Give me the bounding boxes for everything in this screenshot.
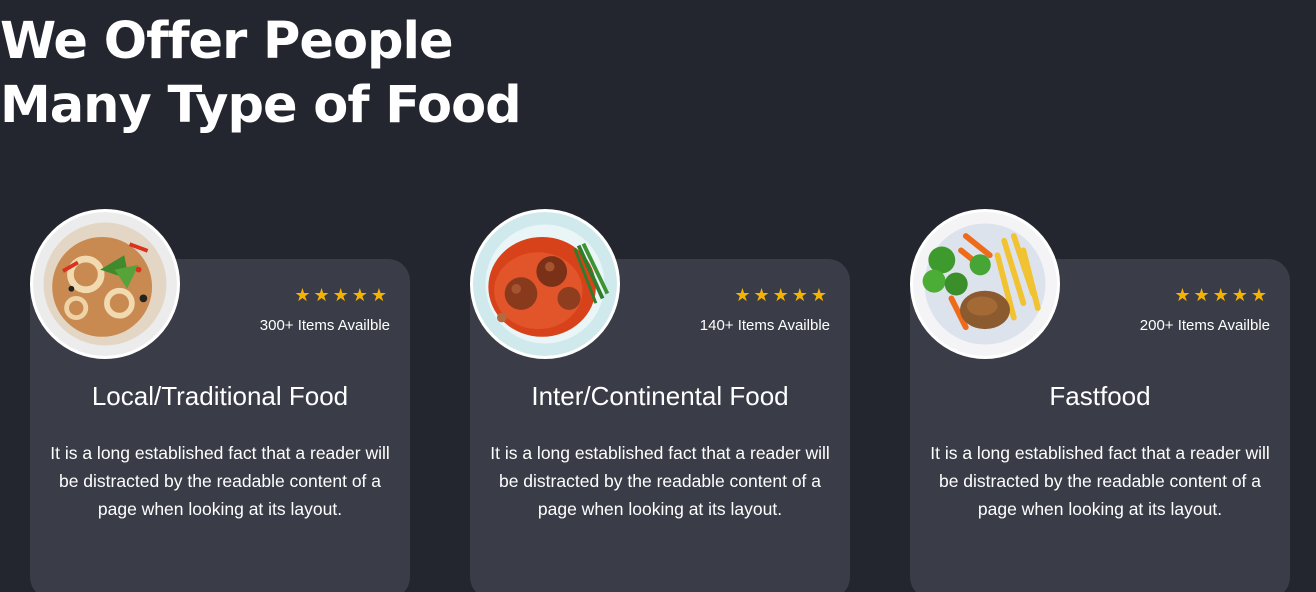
food-image-local	[30, 209, 180, 359]
section-heading: We Offer People Many Type of Food	[0, 10, 522, 138]
card-description: It is a long established fact that a rea…	[930, 443, 1270, 519]
food-types-section: We Offer People Many Type of Food ★★★★★ …	[0, 0, 1316, 592]
star-rating: ★★★★★	[734, 285, 830, 306]
fastfood-plate-image	[913, 212, 1057, 356]
card-title: Local/Traditional Food	[91, 381, 349, 411]
fried-rice-plate-image	[33, 212, 177, 356]
items-available: 140+ Items Availble	[699, 317, 830, 334]
star-rating: ★★★★★	[294, 285, 390, 306]
star-rating: ★★★★★	[1174, 285, 1270, 306]
items-available: 200+ Items Availble	[1139, 317, 1270, 334]
card-title: Inter/Continental Food	[531, 381, 789, 411]
card-title: Fastfood	[1049, 381, 1151, 411]
card-description: It is a long established fact that a rea…	[50, 443, 390, 519]
meatballs-plate-image	[473, 212, 617, 356]
food-image-continental	[470, 209, 620, 359]
food-image-fastfood	[910, 209, 1060, 359]
heading-line-1: We Offer People	[0, 12, 454, 71]
card-description: It is a long established fact that a rea…	[490, 443, 830, 519]
heading-line-2: Many Type of Food	[0, 76, 522, 135]
items-available: 300+ Items Availble	[259, 317, 390, 334]
